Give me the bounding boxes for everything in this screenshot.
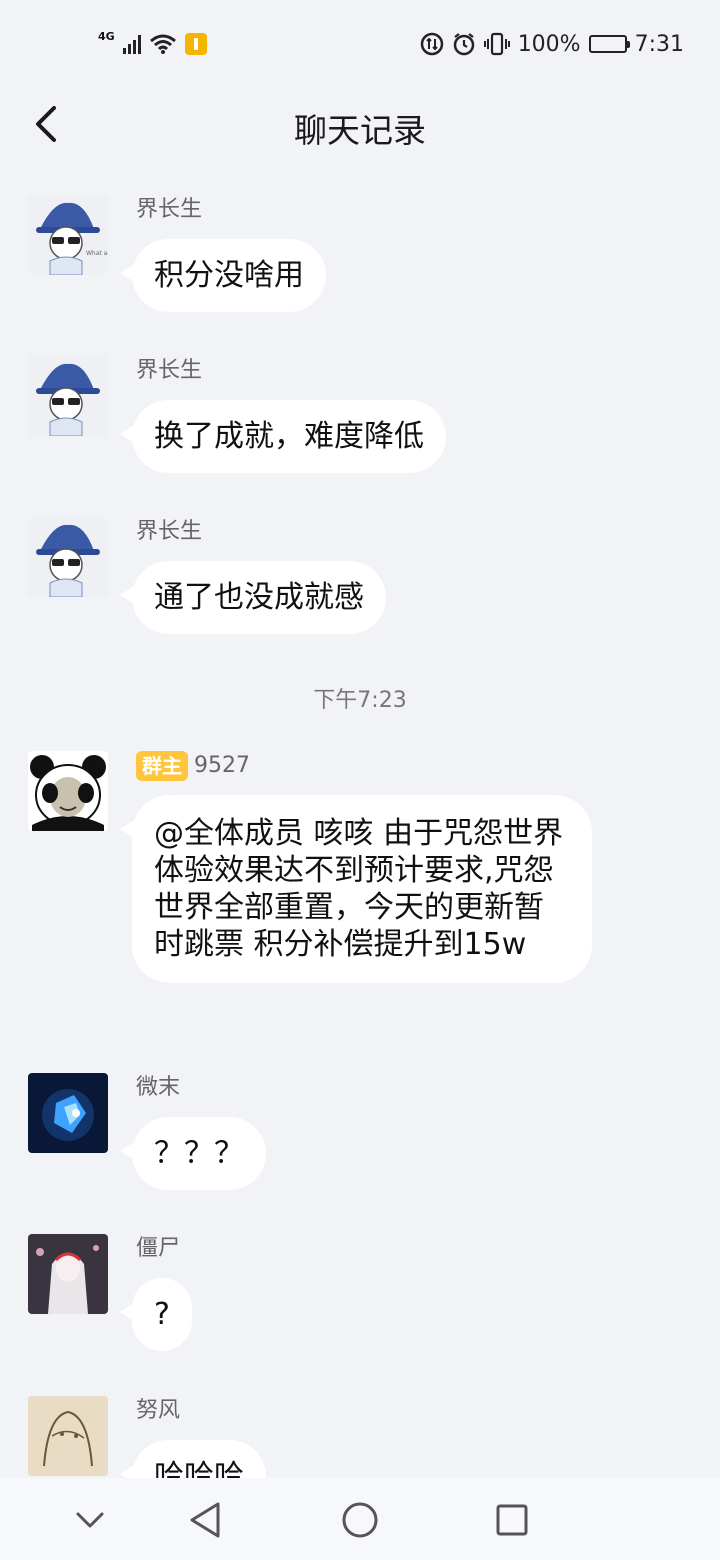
avatar[interactable]: [28, 1396, 108, 1476]
message-bubble[interactable]: 哈哈哈: [120, 1440, 266, 1478]
network-type: 4G: [98, 29, 115, 43]
message-bubble[interactable]: 积分没啥用: [120, 239, 326, 312]
avatar[interactable]: [28, 751, 108, 831]
home-circle-icon[interactable]: [338, 1498, 382, 1542]
message-bubble[interactable]: ？？？: [120, 1117, 266, 1190]
battery-percent: 100%: [517, 31, 581, 57]
sender-name-text: 界长生: [136, 197, 203, 222]
status-left: 4G: [98, 30, 207, 58]
sender-name-text: 微末: [136, 1075, 181, 1100]
message-bubble[interactable]: 通了也没成就感: [120, 561, 386, 634]
alarm-icon: [453, 33, 474, 56]
sender-name-text: 界长生: [136, 358, 203, 383]
panda-avatar-icon: [28, 751, 108, 831]
avatar[interactable]: [28, 356, 108, 436]
battery-icon: [588, 35, 630, 53]
sender-name: 微末: [136, 1073, 180, 1103]
back-triangle-icon[interactable]: [184, 1498, 228, 1542]
header: 聊天记录: [0, 88, 720, 160]
message-bubble[interactable]: ?: [120, 1278, 192, 1351]
chevron-down-icon[interactable]: [68, 1498, 112, 1542]
sender-name: 界长生: [136, 195, 202, 225]
page-title: 聊天记录: [294, 111, 426, 150]
sender-name: 努风: [136, 1396, 180, 1426]
sender-name-text: 9527: [194, 753, 250, 778]
sender-name: 界长生: [136, 356, 202, 386]
message-bubble[interactable]: 换了成就，难度降低: [120, 400, 446, 473]
sender-name: 群主 9527: [136, 751, 250, 781]
wifi-icon: [149, 34, 176, 54]
user-avatar-icon: [28, 356, 108, 436]
crystal-avatar-icon: [28, 1073, 108, 1153]
user-avatar-icon: [28, 517, 108, 597]
message-bubble[interactable]: @全体成员 咳咳 由于咒怨世界体验效果达不到预计要求,咒怨世界全部重置，今天的更…: [120, 795, 592, 983]
timestamp-divider: 下午7:23: [313, 688, 407, 713]
data-saver-icon: [420, 32, 443, 56]
clock: 7:31: [634, 31, 684, 57]
sketch-avatar-icon: [28, 1396, 108, 1476]
avatar[interactable]: [28, 1234, 108, 1314]
anime-avatar-icon: [28, 1234, 108, 1314]
sender-name-text: 努风: [136, 1398, 181, 1423]
avatar[interactable]: [28, 517, 108, 597]
avatar[interactable]: [28, 1073, 108, 1153]
sim-card-icon: [184, 33, 207, 55]
sender-name-text: 界长生: [136, 519, 203, 544]
status-right: 100% 7:31: [420, 30, 684, 58]
status-bar: 4G 100% 7:31: [0, 0, 720, 88]
system-nav-bar: [0, 1478, 720, 1560]
svg-text:What are: What are: [86, 250, 108, 257]
chat-history[interactable]: What are 界长生 积分没啥用 界长生 换了成就，难度降低: [0, 160, 720, 1478]
user-avatar-icon: What are: [28, 195, 108, 275]
vibrate-icon: [483, 32, 510, 56]
group-owner-badge: 群主: [136, 751, 188, 781]
signal-icon: [122, 34, 141, 54]
sender-name: 界长生: [136, 517, 202, 547]
sender-name: 僵尸: [136, 1234, 180, 1264]
avatar[interactable]: What are: [28, 195, 108, 275]
sender-name-text: 僵尸: [136, 1236, 181, 1261]
recents-square-icon[interactable]: [490, 1498, 534, 1542]
